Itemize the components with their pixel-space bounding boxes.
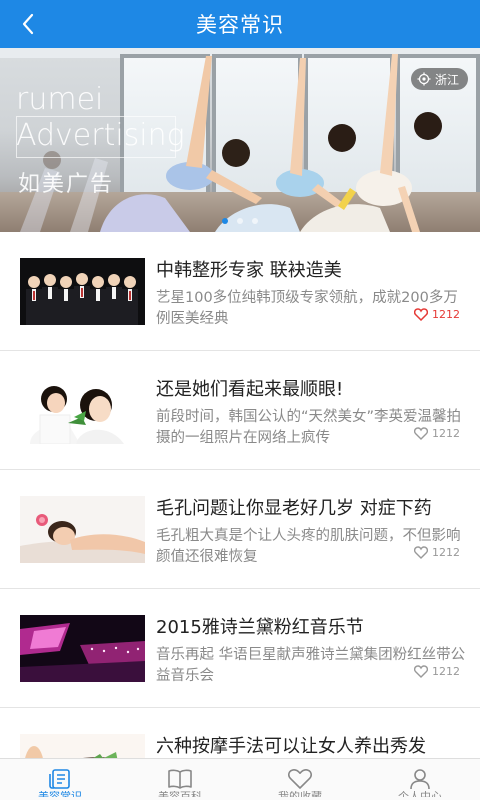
tab-label: 美容常识 bbox=[38, 791, 82, 797]
like-count: 1212 bbox=[432, 546, 460, 559]
heart-filled-icon bbox=[414, 308, 428, 321]
article-thumbnail-massage bbox=[20, 734, 145, 760]
article-item[interactable]: 毛孔问题让你显老好几岁 对症下药 毛孔粗大真是个让人头疼的肌肤问题，不但影响颜值… bbox=[0, 470, 480, 589]
brand-en-line1: rumei bbox=[16, 82, 104, 117]
like-count: 1212 bbox=[432, 665, 460, 678]
article-item[interactable]: 六种按摩手法可以让女人养出秀发 bbox=[0, 708, 480, 760]
carousel-dot[interactable] bbox=[237, 218, 243, 224]
tab-favorites[interactable]: 我的收藏 bbox=[240, 759, 360, 800]
article-title: 六种按摩手法可以让女人养出秀发 bbox=[156, 736, 426, 757]
carousel-dot[interactable] bbox=[222, 218, 228, 224]
app-screen: 美容常识 rumei Advertising 如美广告 浙江 中韩整形专家 联袂… bbox=[0, 0, 480, 800]
heart-icon bbox=[288, 769, 312, 789]
brand-logo-text: rumei Advertising bbox=[16, 82, 185, 154]
like-counter[interactable]: 1212 bbox=[410, 308, 460, 321]
article-item[interactable]: 还是她们看起来最顺眼! 前段时间，韩国公认的“天然美女”李英爱温馨拍摄的一组照片… bbox=[0, 351, 480, 470]
article-thumbnail-mother-child bbox=[20, 377, 145, 444]
article-thumbnail-concert bbox=[20, 615, 145, 682]
tab-beauty-encyclopedia[interactable]: 美容百科 bbox=[120, 759, 240, 800]
article-item[interactable]: 2015雅诗兰黛粉红音乐节 音乐再起 华语巨星献声雅诗兰黛集团粉红丝带公益音乐会… bbox=[0, 589, 480, 708]
article-title: 毛孔问题让你显老好几岁 对症下药 bbox=[156, 498, 432, 519]
carousel-dot[interactable] bbox=[252, 218, 258, 224]
tab-label: 个人中心 bbox=[398, 791, 442, 797]
brand-cn-text: 如美广告 bbox=[18, 172, 115, 197]
banner-carousel[interactable]: rumei Advertising 如美广告 浙江 bbox=[0, 48, 480, 232]
location-label: 浙江 bbox=[434, 72, 459, 87]
article-title: 还是她们看起来最顺眼! bbox=[156, 379, 344, 400]
article-thumbnail-doctors bbox=[20, 258, 145, 325]
like-count: 1212 bbox=[432, 427, 460, 440]
heart-outline-icon bbox=[414, 665, 428, 678]
book-icon bbox=[168, 769, 192, 789]
article-list: 中韩整形专家 联袂造美 艺星100多位纯韩顶级专家领航，成就200多万例医美经典… bbox=[0, 232, 480, 760]
like-counter[interactable]: 1212 bbox=[410, 665, 460, 678]
user-icon bbox=[410, 769, 430, 790]
tab-label: 我的收藏 bbox=[278, 791, 322, 797]
brand-en-line2: Advertising bbox=[16, 118, 185, 153]
bottom-tab-bar: 美容常识 美容百科 我的收藏 个人中心 bbox=[0, 758, 480, 800]
page-title: 美容常识 bbox=[196, 13, 284, 37]
heart-outline-icon bbox=[414, 427, 428, 440]
like-counter[interactable]: 1212 bbox=[410, 546, 460, 559]
location-badge[interactable]: 浙江 bbox=[410, 68, 468, 90]
like-count: 1212 bbox=[432, 308, 460, 321]
like-counter[interactable]: 1212 bbox=[410, 427, 460, 440]
tab-label: 美容百科 bbox=[158, 791, 202, 797]
back-button[interactable] bbox=[8, 0, 48, 48]
title-bar: 美容常识 bbox=[0, 0, 480, 48]
heart-outline-icon bbox=[414, 546, 428, 559]
chevron-left-icon bbox=[22, 13, 34, 35]
article-title: 2015雅诗兰黛粉红音乐节 bbox=[156, 617, 364, 638]
locate-icon bbox=[417, 72, 431, 86]
carousel-indicator bbox=[0, 218, 480, 224]
article-thumbnail-spa bbox=[20, 496, 145, 563]
article-icon bbox=[49, 769, 70, 789]
tab-profile[interactable]: 个人中心 bbox=[360, 759, 480, 800]
article-item[interactable]: 中韩整形专家 联袂造美 艺星100多位纯韩顶级专家领航，成就200多万例医美经典… bbox=[0, 232, 480, 351]
tab-beauty-tips[interactable]: 美容常识 bbox=[0, 759, 120, 800]
article-title: 中韩整形专家 联袂造美 bbox=[156, 260, 342, 281]
